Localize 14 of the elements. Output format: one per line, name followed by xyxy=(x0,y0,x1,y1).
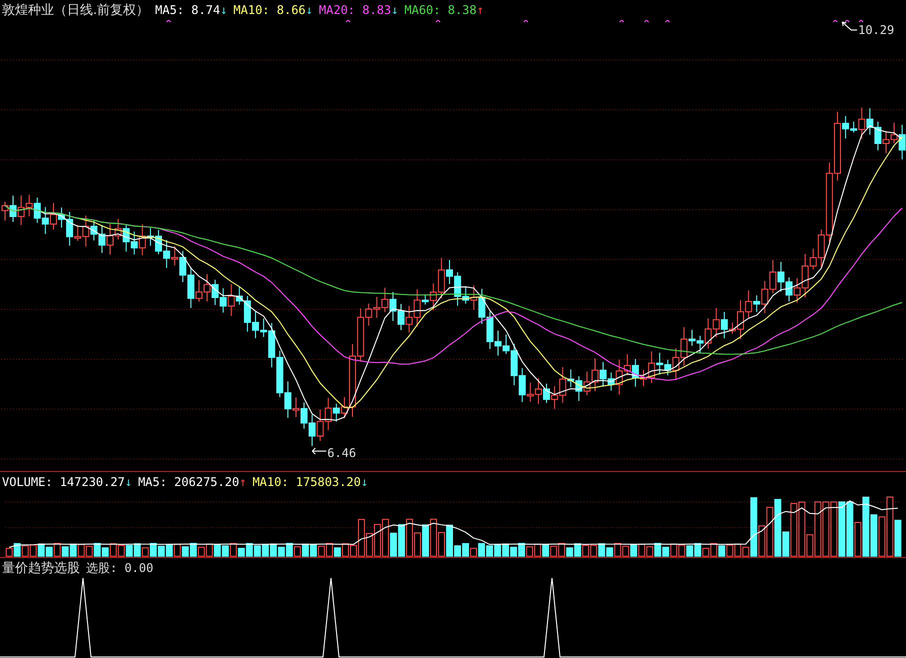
moving-average-reading: MA20: 8.83↓ xyxy=(318,2,398,17)
leader-line xyxy=(842,21,858,30)
moving-average-reading: MA60: 8.38↑ xyxy=(404,2,484,17)
moving-average-reading: MA5: 8.74↓ xyxy=(155,2,228,17)
indicator-title: 量价趋势选股 xyxy=(2,560,80,577)
stock-title: 敦煌种业（日线.前复权） xyxy=(2,2,150,19)
high-price-label: 10.29 xyxy=(858,22,894,37)
low-price-label: 6.46 xyxy=(327,446,356,460)
indicator-reading: 选股: 0.00 xyxy=(86,560,154,576)
moving-average-reading: MA10: 8.66↓ xyxy=(233,2,313,17)
volume-reading: MA5: 206275.20↑ xyxy=(138,474,246,489)
volume-reading: MA10: 175803.20↓ xyxy=(252,474,368,489)
volume-reading: VOLUME: 147230.27↓ xyxy=(2,474,132,489)
leader-line xyxy=(312,448,327,455)
